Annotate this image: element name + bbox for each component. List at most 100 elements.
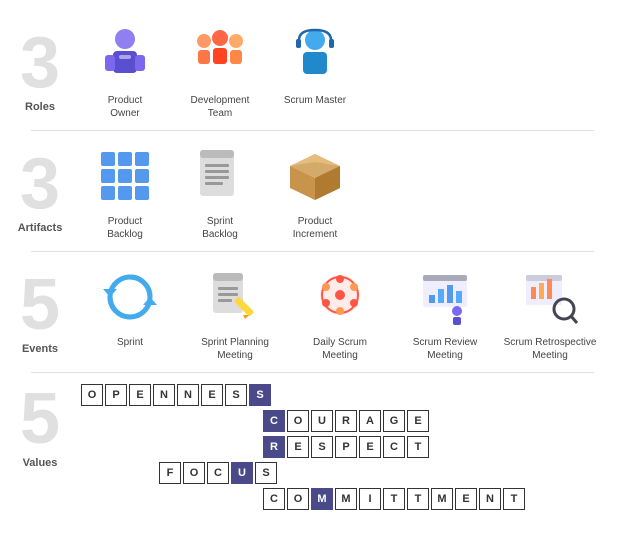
cw-cell: T — [503, 488, 525, 510]
cw-cell: E — [407, 410, 429, 432]
sprint-planning-label: Sprint PlanningMeeting — [201, 336, 269, 362]
cw-cell-highlight: U — [231, 462, 253, 484]
artifacts-section-left: 3 Artifacts — [10, 148, 70, 234]
cw-cell: S — [255, 462, 277, 484]
cw-cell: S — [225, 384, 247, 406]
cw-cell: I — [359, 488, 381, 510]
roles-section: 3 Roles ProductOwner — [0, 10, 625, 130]
cw-spacer — [107, 488, 131, 510]
artifacts-number: 3 — [15, 148, 65, 220]
cw-spacer — [159, 488, 183, 510]
values-section: 5 Values O P E N N E S S — [0, 373, 625, 523]
artifacts-section: 3 Artifacts — [0, 131, 625, 251]
values-number: 5 — [15, 383, 65, 455]
artifacts-label: Artifacts — [18, 222, 63, 234]
cw-cell: P — [335, 436, 357, 458]
daily-scrum-icon — [305, 262, 375, 332]
events-label: Events — [22, 343, 58, 355]
cw-spacer — [107, 410, 131, 432]
events-items: Sprint Sprint PlanningMeeti — [70, 262, 625, 362]
item-product-owner: ProductOwner — [80, 20, 170, 120]
item-sprint-backlog: SprintBacklog — [175, 141, 265, 241]
cw-spacer — [107, 462, 131, 484]
cw-cell-highlight: R — [263, 436, 285, 458]
cw-cell: T — [407, 488, 429, 510]
cw-cell: O — [81, 384, 103, 406]
cw-spacer — [159, 436, 183, 458]
product-owner-icon — [90, 20, 160, 90]
cw-cell: T — [383, 488, 405, 510]
cw-cell-highlight: C — [263, 410, 285, 432]
cw-spacer — [133, 436, 157, 458]
page: 3 Roles ProductOwner — [0, 0, 625, 533]
cw-cell: G — [383, 410, 405, 432]
crossword-row-commitment: C O M M I T T M E N T — [80, 487, 526, 511]
cw-spacer — [81, 488, 105, 510]
events-number: 5 — [15, 269, 65, 341]
scrum-review-label: Scrum ReviewMeeting — [413, 336, 477, 362]
cw-cell: S — [311, 436, 333, 458]
cw-spacer — [211, 410, 235, 432]
daily-scrum-label: Daily ScrumMeeting — [313, 336, 367, 362]
item-scrum-retro: Scrum RetrospectiveMeeting — [500, 262, 600, 362]
product-backlog-label: ProductBacklog — [107, 215, 143, 241]
product-owner-label: ProductOwner — [108, 94, 142, 120]
crossword-row-openness: O P E N N E S S — [80, 383, 526, 407]
roles-number: 3 — [15, 27, 65, 99]
cw-cell-highlight: M — [311, 488, 333, 510]
item-scrum-master: Scrum Master — [270, 20, 360, 107]
values-label: Values — [23, 457, 58, 469]
cw-cell: O — [183, 462, 205, 484]
scrum-master-label: Scrum Master — [284, 94, 346, 107]
sprint-icon — [95, 262, 165, 332]
cw-cell: R — [335, 410, 357, 432]
item-scrum-review: Scrum ReviewMeeting — [395, 262, 495, 362]
cw-cell: E — [129, 384, 151, 406]
product-increment-label: ProductIncrement — [293, 215, 337, 241]
product-backlog-icon — [90, 141, 160, 211]
cw-spacer — [185, 410, 209, 432]
cw-cell: E — [359, 436, 381, 458]
cw-spacer — [185, 436, 209, 458]
roles-items: ProductOwner DevelopmentTeam — [70, 20, 625, 120]
scrum-master-icon — [280, 20, 350, 90]
item-dev-team: DevelopmentTeam — [175, 20, 265, 120]
cw-spacer — [237, 410, 261, 432]
cw-spacer — [237, 488, 261, 510]
cw-cell: N — [177, 384, 199, 406]
crossword: O P E N N E S S C O U R — [80, 383, 526, 513]
cw-cell: T — [407, 436, 429, 458]
dev-team-icon — [185, 20, 255, 90]
product-increment-icon — [280, 141, 350, 211]
scrum-review-icon — [410, 262, 480, 332]
events-section-left: 5 Events — [10, 269, 70, 355]
cw-spacer — [81, 462, 105, 484]
cw-cell: E — [201, 384, 223, 406]
cw-spacer — [237, 436, 261, 458]
cw-spacer — [81, 410, 105, 432]
cw-cell-highlight: S — [249, 384, 271, 406]
sprint-backlog-icon — [185, 141, 255, 211]
item-sprint: Sprint — [80, 262, 180, 349]
cw-cell: U — [311, 410, 333, 432]
values-section-left: 5 Values — [10, 383, 70, 469]
cw-cell: N — [153, 384, 175, 406]
sprint-backlog-label: SprintBacklog — [202, 215, 238, 241]
crossword-row-courage: C O U R A G E — [80, 409, 526, 433]
cw-cell: A — [359, 410, 381, 432]
cw-cell: P — [105, 384, 127, 406]
cw-cell: C — [263, 488, 285, 510]
dev-team-label: DevelopmentTeam — [191, 94, 250, 120]
cw-cell: N — [479, 488, 501, 510]
cw-cell: F — [159, 462, 181, 484]
crossword-row-focus: F O C U S — [80, 461, 526, 485]
cw-cell: O — [287, 410, 309, 432]
scrum-retro-label: Scrum RetrospectiveMeeting — [504, 336, 597, 362]
item-sprint-planning: Sprint PlanningMeeting — [185, 262, 285, 362]
item-daily-scrum: Daily ScrumMeeting — [290, 262, 390, 362]
cw-cell: M — [335, 488, 357, 510]
cw-spacer — [185, 488, 209, 510]
item-product-increment: ProductIncrement — [270, 141, 360, 241]
sprint-label: Sprint — [117, 336, 143, 349]
events-section: 5 Events Sprint — [0, 252, 625, 372]
